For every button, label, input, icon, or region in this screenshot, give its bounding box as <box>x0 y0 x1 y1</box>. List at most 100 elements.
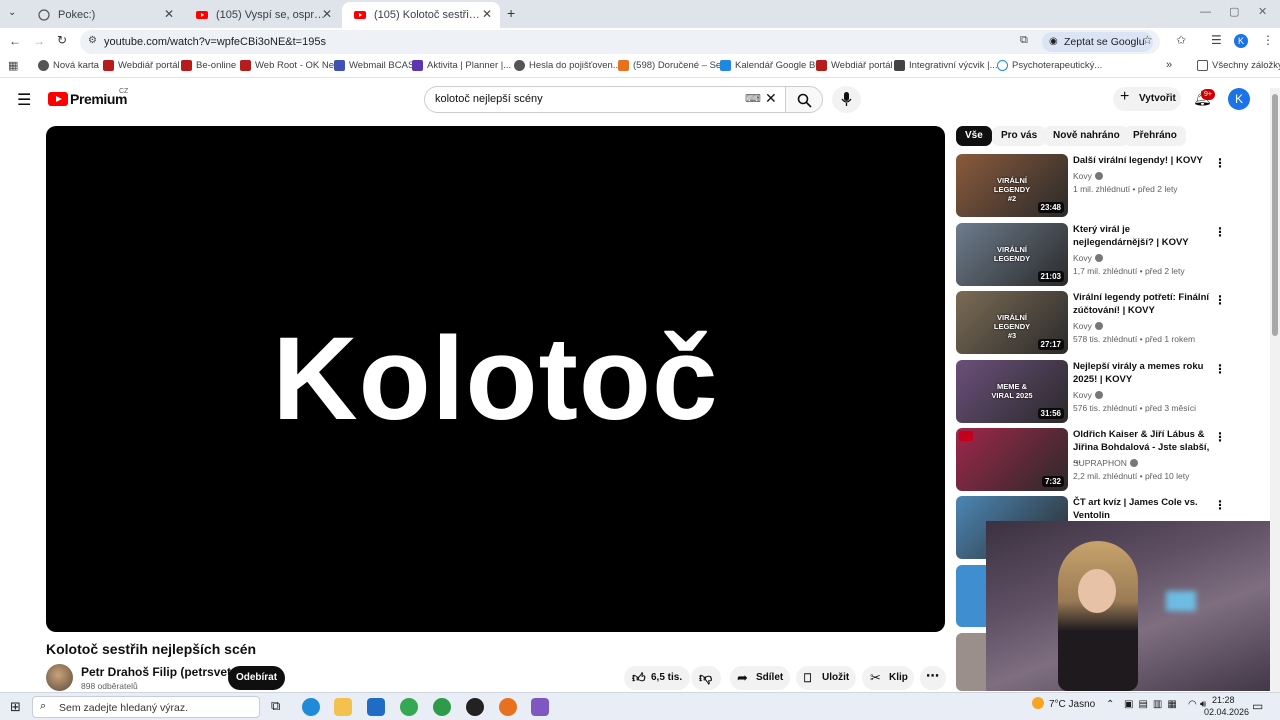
page-scrollbar[interactable] <box>1270 88 1280 692</box>
recommendation-channel[interactable]: Kovy <box>1073 171 1103 181</box>
recommendation-title[interactable]: Nejlepší virály a memes roku 2025! | KOV… <box>1073 360 1213 386</box>
close-tab-icon[interactable]: ✕ <box>164 7 174 21</box>
scrollbar-thumb[interactable] <box>1272 94 1278 336</box>
recommendation-title[interactable]: ČT art kvíz | James Cole vs. Ventolin <box>1073 496 1213 522</box>
recommendation-channel[interactable]: Kovy <box>1073 321 1103 331</box>
url-text[interactable]: youtube.com/watch?v=wpfeCBi3oNE&t=195s <box>104 36 326 48</box>
more-vertical-icon[interactable]: ⋮ <box>1214 293 1226 307</box>
apps-grid-icon[interactable]: ▦ <box>8 59 18 72</box>
maximize-icon[interactable]: ▢ <box>1229 5 1239 18</box>
more-vertical-icon[interactable]: ⋮ <box>1214 430 1226 444</box>
clock-date[interactable]: 02.04.2026 <box>1204 707 1249 717</box>
reading-list-icon[interactable]: ☰ <box>1211 33 1222 47</box>
voice-search-button[interactable] <box>832 86 861 113</box>
video-thumbnail[interactable] <box>956 565 986 627</box>
more-vertical-icon[interactable]: ⋮ <box>1214 156 1226 170</box>
recommendation-channel[interactable]: SUPRAPHON <box>1073 458 1138 468</box>
site-info-icon[interactable]: ⚙ <box>88 35 97 46</box>
clear-search-icon[interactable]: ✕ <box>765 90 777 107</box>
video-thumbnail[interactable]: VIRÁLNÍ LEGENDY #3 27:17 <box>956 291 1068 354</box>
bookmark-item[interactable]: Web Root - OK Net <box>240 60 337 71</box>
task-view-icon[interactable]: ⧉ <box>271 698 280 714</box>
subscribe-button[interactable]: Odebírat <box>228 666 285 690</box>
recommendation-channel[interactable]: Kovy <box>1073 253 1103 263</box>
cast-icon[interactable]: ⧉ <box>1020 34 1028 47</box>
tab-video-1[interactable]: (105) Vyspí se, osprchují a nezavřou ✕ <box>184 2 340 28</box>
weather-text[interactable]: 7°C Jasno <box>1049 699 1095 710</box>
recommendation-title[interactable]: Další virální legendy! | KOVY <box>1073 154 1213 167</box>
video-thumbnail[interactable]: MEME & VIRAL 2025 31:56 <box>956 360 1068 423</box>
file-explorer-icon[interactable] <box>334 698 352 716</box>
browser-menu-icon[interactable]: ⋮ <box>1262 33 1274 47</box>
outlook-icon[interactable] <box>367 698 385 716</box>
more-actions-button[interactable]: ⋯ <box>920 666 946 690</box>
bookmark-star-icon[interactable]: ☆ <box>1142 33 1153 47</box>
app-icon[interactable] <box>466 698 484 716</box>
video-thumbnail[interactable]: VIRÁLNÍ LEGENDY #2 23:48 <box>956 154 1068 217</box>
keyboard-icon[interactable]: ⌨ <box>745 92 761 105</box>
back-icon[interactable]: ← <box>9 34 21 48</box>
windows-start-icon[interactable]: ⊞ <box>10 699 21 715</box>
profile-avatar[interactable]: K <box>1234 34 1248 48</box>
save-button[interactable]: ⎕ Uložit <box>796 666 856 690</box>
new-tab-button[interactable]: + <box>507 5 515 21</box>
notification-center-icon[interactable]: ▭ <box>1252 699 1263 713</box>
close-tab-icon[interactable]: ✕ <box>482 7 492 21</box>
weather-icon[interactable] <box>1032 697 1044 709</box>
bookmark-item[interactable]: Nová karta <box>38 60 99 71</box>
search-button[interactable] <box>785 86 823 113</box>
account-avatar[interactable]: K <box>1228 88 1250 110</box>
bookmark-item[interactable]: Webdiář portál <box>816 60 893 71</box>
tab-pokec[interactable]: Pokec:) ✕ <box>26 2 182 28</box>
youtube-logo-icon[interactable] <box>48 92 68 106</box>
bookmark-item[interactable]: Psychoterapeutický... <box>997 60 1102 71</box>
recommendation-item[interactable]: VIRÁLNÍ LEGENDY #2 23:48 Další virální l… <box>956 154 1236 218</box>
recommendation-item[interactable]: VIRÁLNÍ LEGENDY 21:03 Který virál je nej… <box>956 223 1236 287</box>
extensions-icon[interactable]: ✩ <box>1176 33 1186 47</box>
like-button[interactable]: 👍︎ 6,5 tis. <box>624 666 690 690</box>
hamburger-menu-icon[interactable]: ☰ <box>17 90 31 110</box>
recommendation-title[interactable]: Virální legendy potřetí: Finální zúčtová… <box>1073 291 1213 317</box>
recommendation-channel[interactable]: Kovy <box>1073 390 1103 400</box>
bookmark-item[interactable]: Webdiář portál <box>103 60 180 71</box>
tab-search-icon[interactable]: ⌄ <box>8 7 16 18</box>
taskbar-search-input[interactable]: ⌕ Sem zadejte hledaný výraz. <box>32 696 260 718</box>
wifi-icon[interactable]: ◠ <box>1188 699 1197 710</box>
tray-icons[interactable]: ▣▤▥▦ <box>1124 699 1182 710</box>
chrome-profile-icon[interactable] <box>433 698 451 716</box>
bookmark-item[interactable]: Integrativní výcvik |... <box>894 60 998 71</box>
close-tab-icon[interactable]: ✕ <box>322 7 332 21</box>
more-vertical-icon[interactable]: ⋮ <box>1214 362 1226 376</box>
all-bookmarks[interactable]: Všechny záložky <box>1197 60 1280 71</box>
recommendation-item[interactable]: MEME & VIRAL 2025 31:56 Nejlepší virály … <box>956 360 1236 424</box>
bookmark-item[interactable]: Hesla do pojišťoven... <box>514 60 621 71</box>
more-vertical-icon[interactable]: ⋮ <box>1214 498 1226 512</box>
clip-button[interactable]: ✂ Klip <box>862 666 914 690</box>
tray-overflow-icon[interactable]: ⌃ <box>1106 699 1114 710</box>
create-button[interactable]: + Vytvořit <box>1113 87 1181 111</box>
recommendation-item[interactable]: VIRÁLNÍ LEGENDY #3 27:17 Virální legendy… <box>956 291 1236 355</box>
app-icon[interactable] <box>499 698 517 716</box>
video-player[interactable]: Kolotoč <box>46 126 945 632</box>
share-button[interactable]: ➦ Sdílet <box>730 666 790 690</box>
chip-for-you[interactable]: Pro vás <box>992 126 1047 146</box>
video-thumbnail[interactable]: VIRÁLNÍ LEGENDY 21:03 <box>956 223 1068 286</box>
recommendation-item[interactable]: 7:32 Oldřich Kaiser & Jiří Lábus & Jiřin… <box>956 428 1236 492</box>
search-input[interactable]: kolotoč nejlepší scény ⌨ ✕ <box>424 86 786 113</box>
more-bookmarks-icon[interactable]: » <box>1166 59 1172 71</box>
recommendation-title[interactable]: Který virál je nejlegendárnější? | KOVY <box>1073 223 1213 249</box>
chrome-icon[interactable] <box>400 698 418 716</box>
more-vertical-icon[interactable]: ⋮ <box>1214 225 1226 239</box>
minimize-icon[interactable]: — <box>1200 6 1211 18</box>
clock-time[interactable]: 21:28 <box>1212 695 1235 705</box>
dislike-button[interactable]: 👎︎ <box>691 666 721 690</box>
ask-google-button[interactable]: ◉ Zeptat se Googlu <box>1042 32 1153 52</box>
channel-name[interactable]: Petr Drahoš Filip (petrsvetr) <box>81 665 240 679</box>
bookmark-item[interactable]: (598) Doručené – Se... <box>618 60 729 71</box>
bookmark-item[interactable]: Webmail BCAS <box>334 60 414 71</box>
video-thumbnail[interactable]: 7:32 <box>956 428 1068 491</box>
chip-all[interactable]: Vše <box>956 126 992 146</box>
tab-video-active[interactable]: (105) Kolotoč sestřih nejlepších scén ✕ <box>342 2 500 28</box>
bookmark-item[interactable]: Aktivita | Planner |... <box>412 60 511 71</box>
channel-avatar[interactable] <box>46 664 73 691</box>
